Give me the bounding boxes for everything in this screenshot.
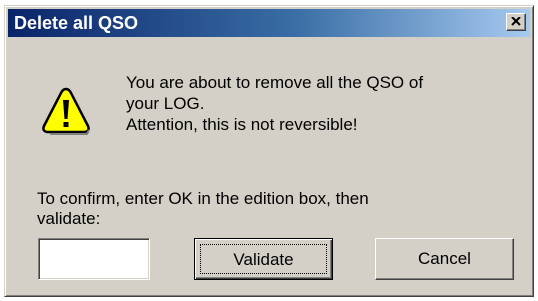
warning-message: You are about to remove all the QSO of y… [126,72,506,135]
warning-message-line: your LOG. [126,94,205,113]
confirm-input[interactable] [38,238,150,280]
confirm-instruction-line: validate: [37,209,101,228]
cancel-button[interactable]: Cancel [375,238,514,280]
warning-message-line: Attention, this is not reversible! [126,115,358,134]
warning-icon [42,87,90,135]
close-icon [511,17,521,26]
close-button[interactable] [506,13,526,31]
title-bar[interactable]: Delete all QSO [8,9,530,37]
dialog-title: Delete all QSO [14,13,139,33]
dialog-window: Delete all QSO You are about to remove a… [4,5,534,297]
validate-button-label: Validate [200,244,327,274]
confirm-instructions: To confirm, enter OK in the edition box,… [37,189,507,229]
confirm-instruction-line: To confirm, enter OK in the edition box,… [37,189,369,208]
validate-button[interactable]: Validate [194,238,333,280]
warning-message-line: You are about to remove all the QSO of [126,73,424,92]
